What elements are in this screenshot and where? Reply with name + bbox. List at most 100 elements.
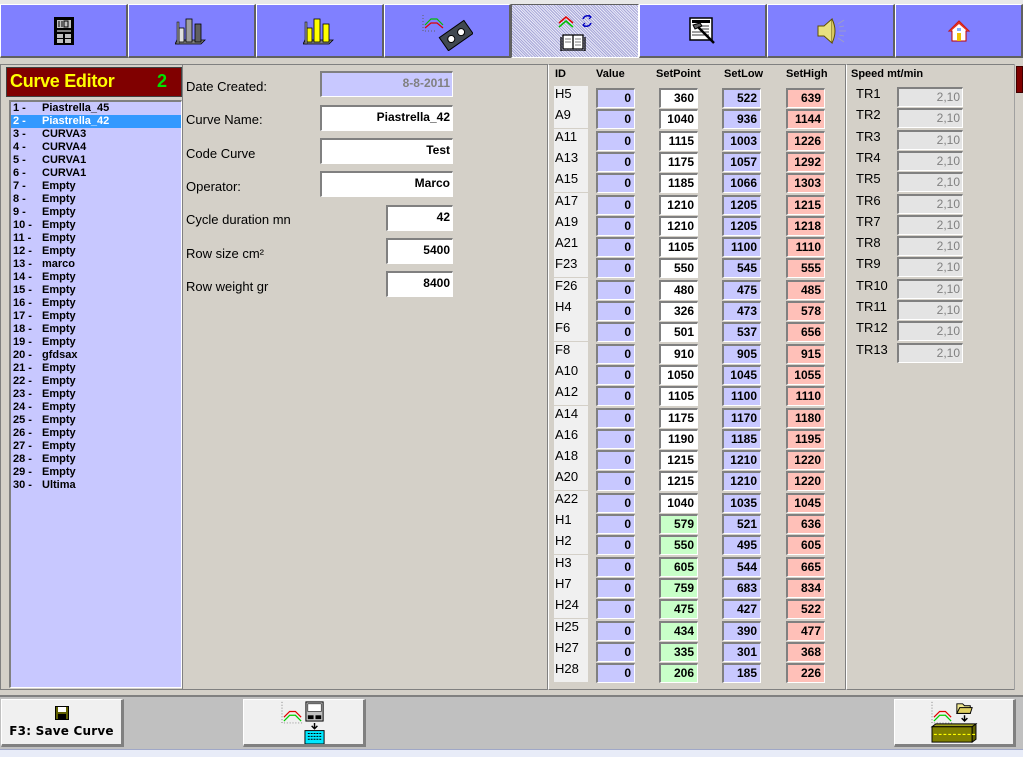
sethigh-field[interactable]: 1292	[786, 151, 825, 172]
sethigh-field[interactable]: 1220	[786, 471, 825, 492]
sethigh-field[interactable]: 1045	[786, 492, 825, 513]
curve-list-item[interactable]: 9 - Empty	[11, 206, 181, 219]
curve-name-field[interactable]: Piastrella_42	[320, 105, 453, 131]
setpoint-field[interactable]: 1210	[659, 194, 698, 215]
setpoint-field[interactable]: 605	[659, 556, 698, 577]
sethigh-field[interactable]: 1110	[786, 386, 825, 407]
setpoint-field[interactable]: 1210	[659, 215, 698, 236]
curve-list-item[interactable]: 11 - Empty	[11, 232, 181, 245]
curve-list-item[interactable]: 21 - Empty	[11, 362, 181, 375]
sethigh-field[interactable]: 1215	[786, 194, 825, 215]
curve-list-item[interactable]: 1 - Piastrella_45	[11, 102, 181, 115]
row-weight-field[interactable]: 8400	[386, 271, 453, 297]
setlow-field[interactable]: 1066	[722, 173, 761, 194]
setpoint-field[interactable]: 1175	[659, 407, 698, 428]
curve-list-item[interactable]: 30 - Ultima	[11, 479, 181, 492]
sethigh-field[interactable]: 1110	[786, 237, 825, 258]
setpoint-field[interactable]: 434	[659, 620, 698, 641]
curve-list-item[interactable]: 20 - gfdsax	[11, 349, 181, 362]
setpoint-field[interactable]: 1040	[659, 109, 698, 130]
sethigh-field[interactable]: 656	[786, 322, 825, 343]
curve-list-item[interactable]: 6 - CURVA1	[11, 167, 181, 180]
setlow-field[interactable]: 427	[722, 599, 761, 620]
setpoint-field[interactable]: 579	[659, 514, 698, 534]
sound-button[interactable]	[767, 4, 895, 58]
sethigh-field[interactable]: 1180	[786, 407, 825, 428]
setpoint-field[interactable]: 1175	[659, 151, 698, 172]
setlow-field[interactable]: 521	[722, 514, 761, 534]
setpoint-field[interactable]: 1105	[659, 386, 698, 407]
sethigh-field[interactable]: 1226	[786, 130, 825, 151]
code-curve-field[interactable]: Test	[320, 138, 453, 164]
setpoint-field[interactable]: 1040	[659, 492, 698, 513]
setlow-field[interactable]: 1035	[722, 492, 761, 513]
curve-list-item[interactable]: 27 - Empty	[11, 440, 181, 453]
curve-list-item[interactable]: 5 - CURVA1	[11, 154, 181, 167]
setpoint-field[interactable]: 501	[659, 322, 698, 343]
setlow-field[interactable]: 1045	[722, 364, 761, 385]
curve-list-item[interactable]: 24 - Empty	[11, 401, 181, 414]
setlow-field[interactable]: 301	[722, 641, 761, 662]
setpoint-field[interactable]: 206	[659, 663, 698, 684]
setpoint-field[interactable]: 1115	[659, 130, 698, 151]
setlow-field[interactable]: 185	[722, 663, 761, 684]
setlow-field[interactable]: 545	[722, 258, 761, 279]
setlow-field[interactable]: 1205	[722, 215, 761, 236]
sethigh-field[interactable]: 477	[786, 620, 825, 641]
setlow-field[interactable]: 1057	[722, 151, 761, 172]
setlow-field[interactable]: 475	[722, 279, 761, 300]
curve-list-item[interactable]: 10 - Empty	[11, 219, 181, 232]
sethigh-field[interactable]: 665	[786, 556, 825, 577]
setlow-field[interactable]: 905	[722, 343, 761, 364]
curve-list-item[interactable]: 26 - Empty	[11, 427, 181, 440]
sethigh-field[interactable]: 1144	[786, 109, 825, 130]
setlow-field[interactable]: 390	[722, 620, 761, 641]
vertical-scrollbar[interactable]	[1014, 64, 1023, 690]
setpoint-field[interactable]: 1215	[659, 450, 698, 471]
sethigh-field[interactable]: 522	[786, 599, 825, 620]
setlow-field[interactable]: 495	[722, 535, 761, 556]
curve-list[interactable]: 1 - Piastrella_45 2 - Piastrella_42 3 - CURVA…	[9, 100, 182, 688]
setlow-field[interactable]: 473	[722, 301, 761, 321]
sethigh-field[interactable]: 1055	[786, 364, 825, 385]
curve-list-item[interactable]: 28 - Empty	[11, 453, 181, 466]
tools-button[interactable]	[639, 4, 767, 58]
sethigh-field[interactable]: 915	[786, 343, 825, 364]
curve-list-item[interactable]: 17 - Empty	[11, 310, 181, 323]
setpoint-field[interactable]: 360	[659, 88, 698, 108]
import-curve-button[interactable]	[894, 699, 1016, 747]
gray-chart-button[interactable]	[128, 4, 256, 58]
setlow-field[interactable]: 1210	[722, 450, 761, 471]
sethigh-field[interactable]: 226	[786, 663, 825, 684]
setlow-field[interactable]: 1185	[722, 428, 761, 449]
setpoint-field[interactable]: 475	[659, 599, 698, 620]
sethigh-field[interactable]: 485	[786, 279, 825, 300]
curve-list-item[interactable]: 8 - Empty	[11, 193, 181, 206]
curve-list-item[interactable]: 12 - Empty	[11, 245, 181, 258]
curve-list-item[interactable]: 19 - Empty	[11, 336, 181, 349]
export-curve-button[interactable]	[243, 699, 366, 747]
sethigh-field[interactable]: 578	[786, 301, 825, 321]
curve-book-button[interactable]	[511, 4, 639, 58]
curve-list-item[interactable]: 15 - Empty	[11, 284, 181, 297]
curve-list-item[interactable]: 2 - Piastrella_42	[11, 115, 181, 128]
setpoint-field[interactable]: 550	[659, 258, 698, 279]
setpoint-field[interactable]: 335	[659, 641, 698, 662]
setpoint-field[interactable]: 1050	[659, 364, 698, 385]
sethigh-field[interactable]: 1218	[786, 215, 825, 236]
curve-list-item[interactable]: 25 - Empty	[11, 414, 181, 427]
sethigh-field[interactable]: 605	[786, 535, 825, 556]
curve-list-item[interactable]: 3 - CURVA3	[11, 128, 181, 141]
curve-list-item[interactable]: 14 - Empty	[11, 271, 181, 284]
curve-tape-button[interactable]	[384, 4, 511, 58]
setpoint-field[interactable]: 1105	[659, 237, 698, 258]
curve-list-item[interactable]: 7 - Empty	[11, 180, 181, 193]
curve-list-item[interactable]: 22 - Empty	[11, 375, 181, 388]
setpoint-field[interactable]: 1215	[659, 471, 698, 492]
yellow-chart-button[interactable]	[256, 4, 384, 58]
curve-list-item[interactable]: 16 - Empty	[11, 297, 181, 310]
curve-list-item[interactable]: 18 - Empty	[11, 323, 181, 336]
curve-list-item[interactable]: 13 - marco	[11, 258, 181, 271]
controller-button[interactable]	[0, 4, 128, 58]
setlow-field[interactable]: 1170	[722, 407, 761, 428]
